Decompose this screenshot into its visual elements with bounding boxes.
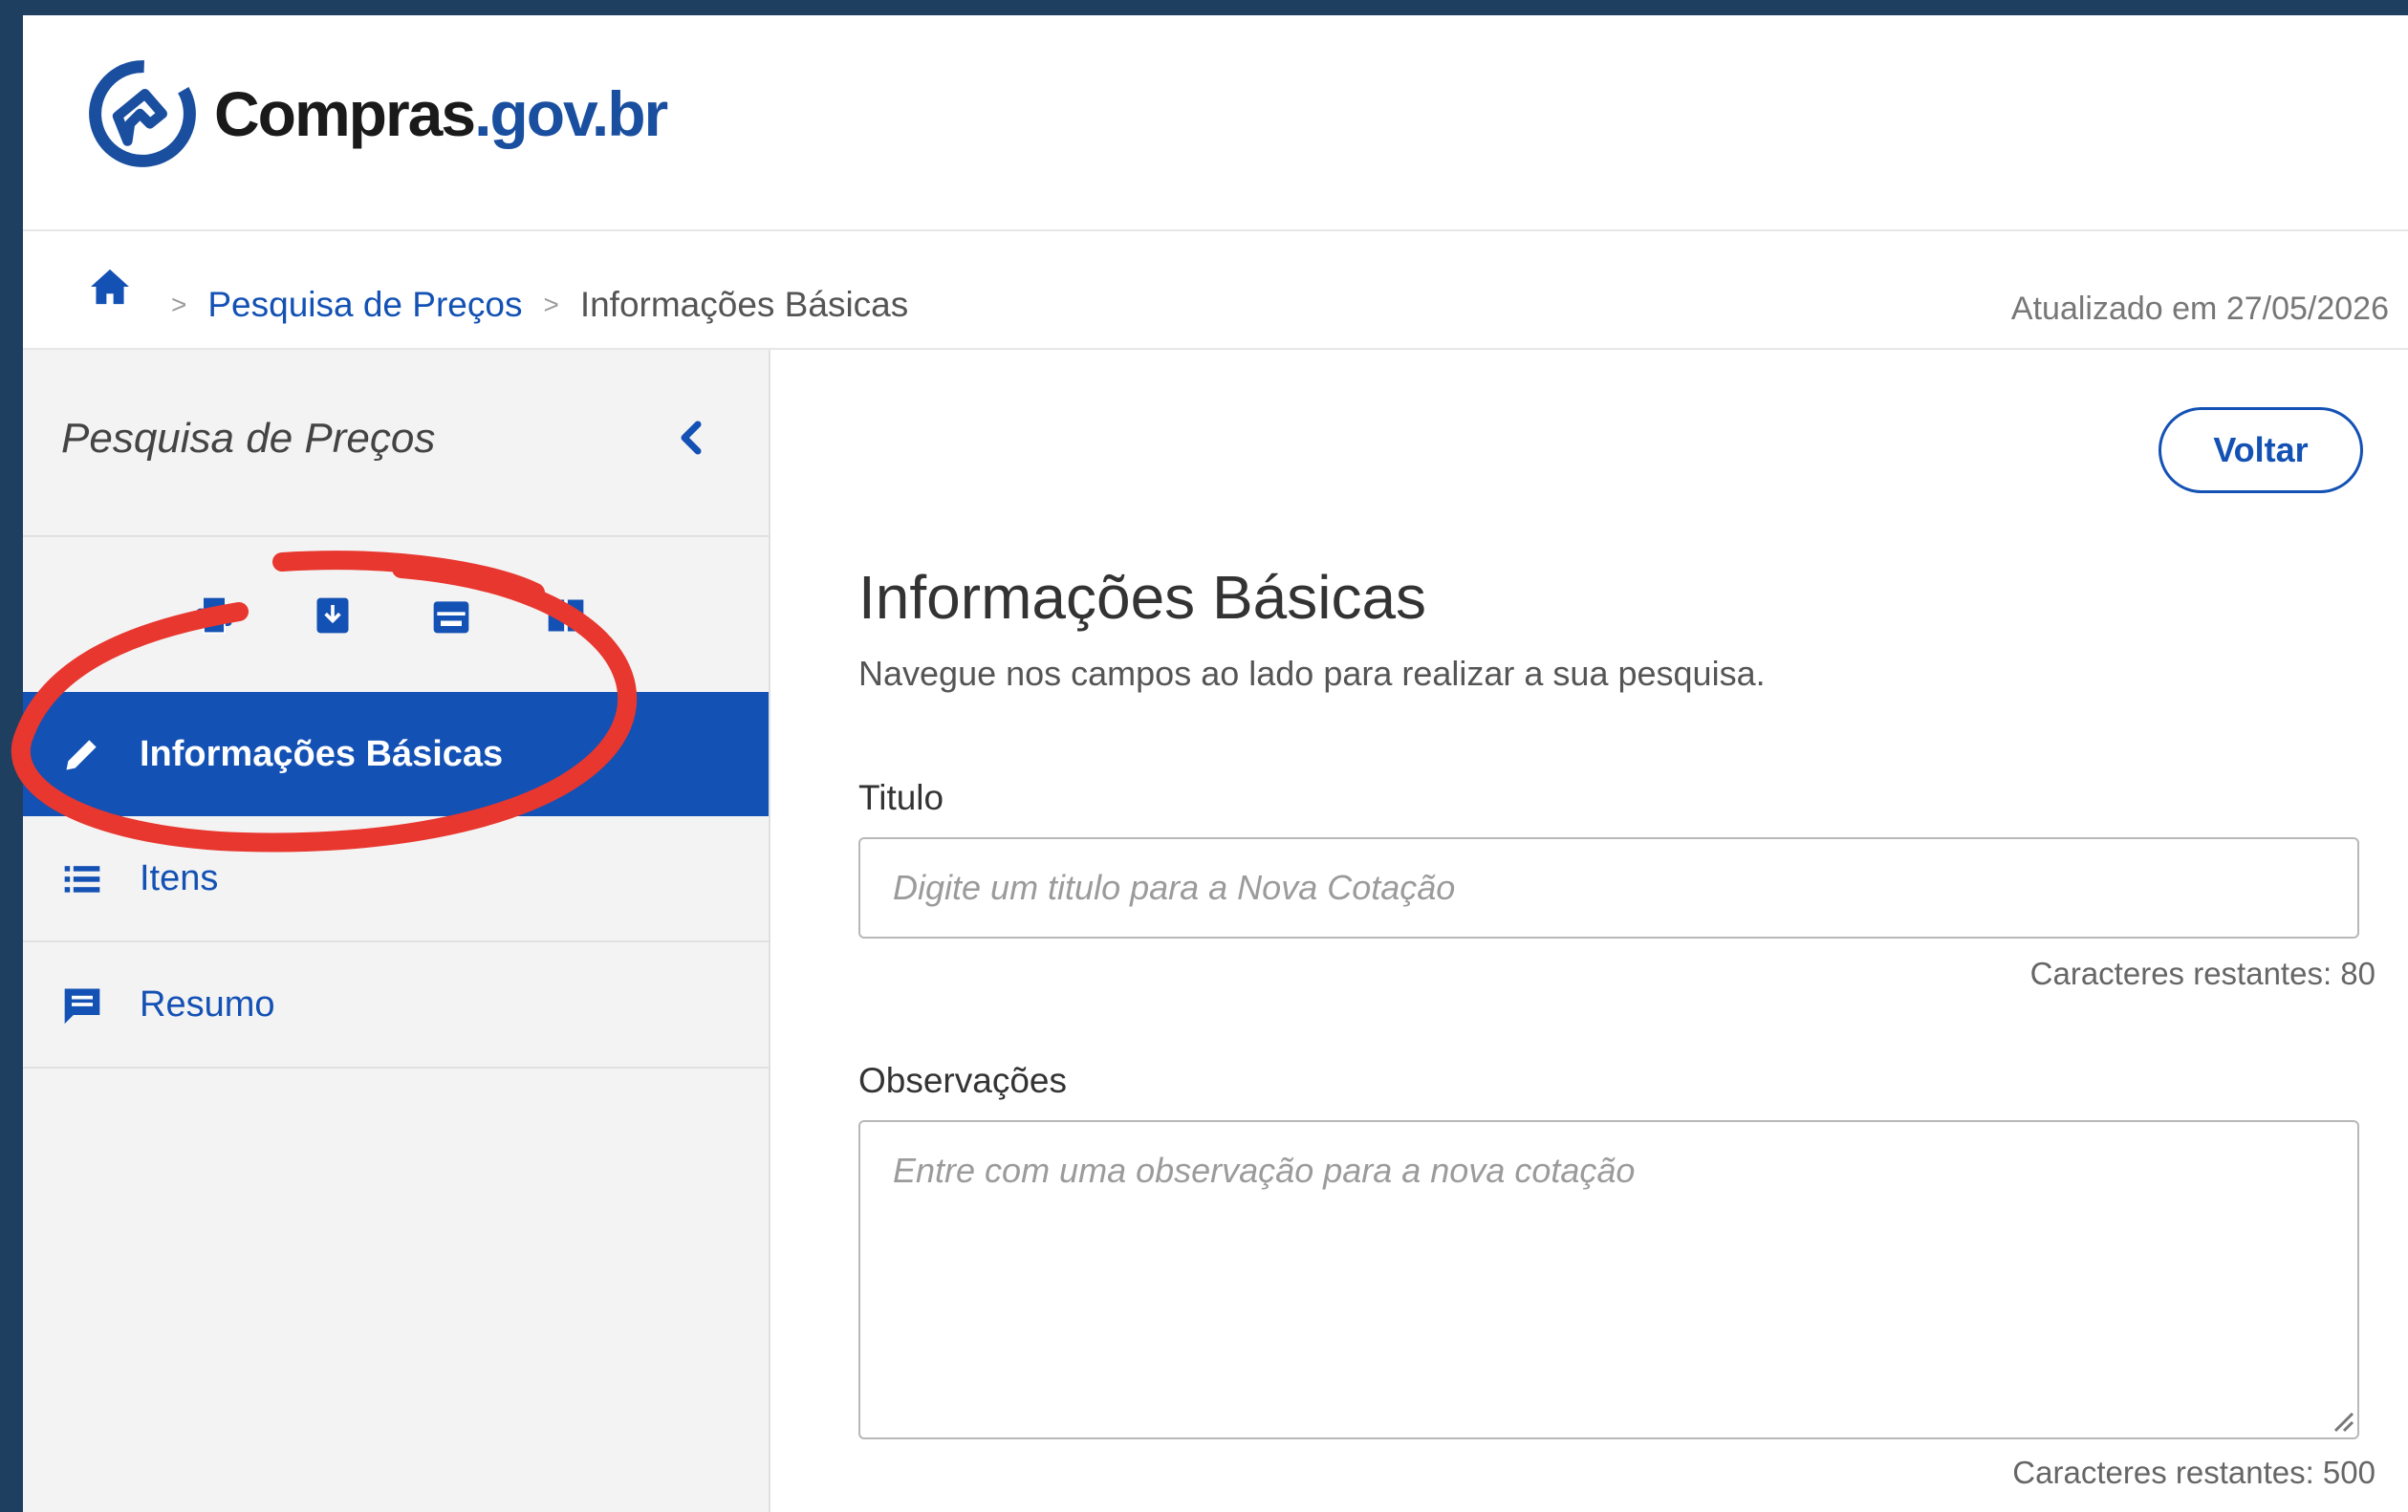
observacoes-label: Observações bbox=[858, 1061, 1067, 1100]
list-icon bbox=[64, 866, 100, 893]
page-subtitle: Navegue nos campos ao lado para realizar… bbox=[858, 654, 1766, 693]
header: Compras.gov.br bbox=[23, 15, 2408, 231]
main-content: Voltar Informações Básicas Navegue nos c… bbox=[770, 350, 2408, 1512]
comment-icon bbox=[64, 988, 100, 1025]
resize-handle-icon[interactable] bbox=[2327, 1405, 2355, 1434]
observacoes-char-counter: Caracteres restantes: 500 bbox=[2012, 1455, 2375, 1490]
breadcrumb-separator: > bbox=[543, 290, 559, 319]
book-icon[interactable] bbox=[545, 594, 587, 637]
sidebar-item-label: Informações Básicas bbox=[140, 733, 504, 774]
calendar-icon[interactable] bbox=[430, 594, 472, 637]
sidebar-toolbar bbox=[23, 537, 769, 690]
breadcrumb-current: Informações Básicas bbox=[579, 285, 909, 324]
breadcrumb-pesquisa-de-precos[interactable]: Pesquisa de Preços bbox=[207, 285, 522, 325]
sidebar-item-resumo[interactable]: Resumo bbox=[23, 942, 769, 1069]
breadcrumb-separator: > bbox=[171, 290, 187, 319]
logo-text: Compras.gov.br bbox=[214, 78, 668, 149]
app-frame: Compras.gov.br > Pesquisa de Preços > In… bbox=[23, 15, 2408, 1512]
page-title: Informações Básicas bbox=[858, 563, 1427, 632]
print-icon[interactable] bbox=[193, 594, 235, 637]
download-icon[interactable] bbox=[312, 594, 354, 637]
observacoes-textarea[interactable] bbox=[858, 1120, 2359, 1439]
sidebar-item-informacoes-basicas[interactable]: Informações Básicas bbox=[23, 692, 769, 816]
sidebar-header: Pesquisa de Preços bbox=[23, 350, 769, 537]
back-button[interactable]: Voltar bbox=[2159, 407, 2363, 493]
sidebar-item-label: Resumo bbox=[140, 983, 275, 1025]
sidebar-title: Pesquisa de Preços bbox=[61, 415, 436, 462]
pencil-icon bbox=[66, 740, 97, 770]
titulo-input[interactable] bbox=[858, 837, 2359, 939]
chevron-left-icon[interactable] bbox=[673, 415, 711, 461]
updated-date: Atualizado em 27/05/2026 bbox=[2010, 291, 2389, 327]
sidebar-item-label: Itens bbox=[140, 857, 219, 898]
compras-logo[interactable]: Compras.gov.br bbox=[80, 52, 668, 176]
sidebar: Pesquisa de Preços Informações Básicas I… bbox=[23, 350, 770, 1512]
compras-logo-icon bbox=[89, 60, 196, 167]
titulo-char-counter: Caracteres restantes: 80 bbox=[2029, 956, 2375, 991]
sidebar-item-itens[interactable]: Itens bbox=[23, 816, 769, 942]
breadcrumb: > Pesquisa de Preços > Informações Básic… bbox=[23, 231, 2408, 350]
titulo-label: Titulo bbox=[858, 778, 944, 817]
